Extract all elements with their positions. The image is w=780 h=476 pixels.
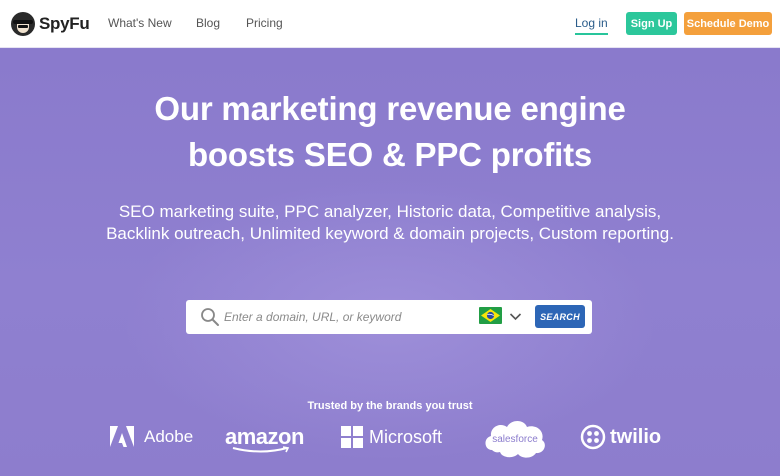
amazon-logo: amazon: [225, 424, 304, 454]
microsoft-logo: Microsoft: [341, 426, 442, 448]
login-link[interactable]: Log in: [575, 16, 608, 35]
hero-subhead: SEO marketing suite, PPC analyzer, Histo…: [106, 202, 674, 243]
nav-blog[interactable]: Blog: [196, 16, 220, 30]
chevron-down-icon[interactable]: [509, 312, 522, 321]
amazon-smile-icon: [232, 446, 290, 453]
adobe-logo: Adobe: [110, 426, 193, 447]
trusted-heading: Trusted by the brands you trust: [307, 400, 473, 412]
headline-line-2: boosts SEO & PPC profits: [187, 136, 593, 173]
microsoft-windows-icon: [341, 426, 363, 448]
microsoft-text: Microsoft: [369, 426, 443, 447]
schedule-demo-button[interactable]: Schedule Demo: [684, 12, 772, 35]
twilio-text: twilio: [610, 425, 662, 448]
adobe-text: Adobe: [144, 426, 194, 446]
hero-headline: Our marketing revenue engine boosts SEO …: [0, 86, 780, 178]
brazil-flag-icon[interactable]: [479, 307, 502, 324]
salesforce-logo: salesforce: [482, 416, 548, 460]
search-bar: [186, 300, 592, 334]
adobe-icon: [110, 426, 134, 447]
nav-whats-new[interactable]: What's New: [108, 16, 172, 30]
search-button[interactable]: SEARCH: [535, 305, 585, 328]
spyfu-logo[interactable]: SpyFu: [11, 12, 90, 36]
spy-mascot-icon: [11, 12, 35, 36]
salesforce-text: salesforce: [492, 434, 538, 445]
top-navigation: SpyFu What's New Blog Pricing Log in Sig…: [0, 0, 780, 48]
twilio-icon: [580, 424, 606, 450]
salesforce-cloud-icon: salesforce: [485, 421, 545, 458]
search-icon: [201, 308, 219, 326]
sign-up-button[interactable]: Sign Up: [626, 12, 677, 35]
twilio-logo: twilio: [580, 424, 661, 450]
logo-text: SpyFu: [39, 14, 90, 33]
nav-pricing[interactable]: Pricing: [246, 16, 283, 30]
search-input[interactable]: [224, 306, 459, 328]
headline-line-1: Our marketing revenue engine: [154, 90, 626, 127]
